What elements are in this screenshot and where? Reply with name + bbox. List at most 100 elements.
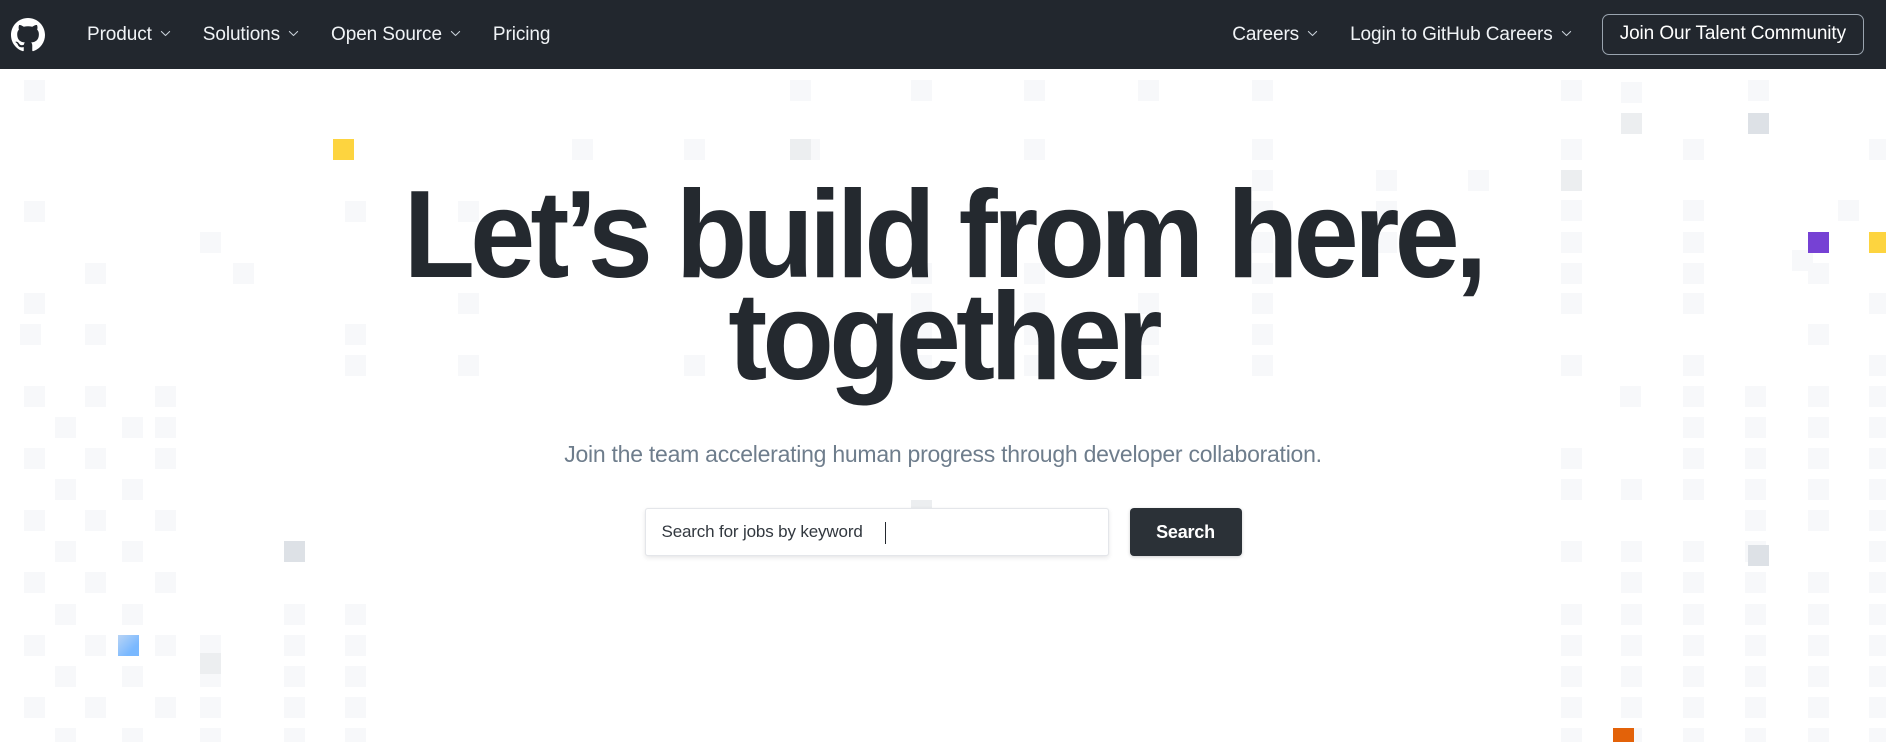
decor-square [1745, 417, 1766, 438]
decor-square [122, 728, 143, 742]
decor-square [155, 697, 176, 718]
site-header: Product Solutions Open Source Pricing Ca… [0, 0, 1886, 69]
decor-square [122, 417, 143, 438]
decor-square [1808, 448, 1829, 469]
nav-item-pricing[interactable]: Pricing [477, 17, 566, 52]
decor-square [1561, 479, 1582, 500]
decor-square [24, 293, 45, 314]
job-search-form: Search [644, 508, 1242, 557]
decor-square [200, 666, 221, 687]
hero-subtitle: Join the team accelerating human progres… [564, 441, 1322, 468]
primary-navigation: Product Solutions Open Source Pricing [71, 17, 566, 52]
join-talent-community-button[interactable]: Join Our Talent Community [1601, 14, 1864, 55]
chevron-down-icon [1561, 28, 1572, 39]
decor-square [1683, 355, 1704, 376]
decor-square [1808, 728, 1829, 742]
decor-square [1561, 697, 1582, 718]
decor-square [85, 448, 106, 469]
decor-square [1561, 448, 1582, 469]
secondary-navigation: Careers Login to GitHub Careers Join Our… [1216, 14, 1864, 55]
nav-item-label: Pricing [492, 24, 551, 45]
decor-square [200, 728, 221, 742]
nav-item-login-to-github-careers[interactable]: Login to GitHub Careers [1334, 17, 1588, 52]
decor-square [1683, 541, 1704, 562]
decor-square [1869, 386, 1886, 407]
page-root: Product Solutions Open Source Pricing Ca… [0, 0, 1886, 742]
decor-square [1808, 697, 1829, 718]
github-logo-link[interactable] [10, 17, 46, 53]
hero-section: Let’s build from here, together Join the… [0, 69, 1886, 742]
blue-square-left [118, 635, 139, 656]
decor-square [1869, 572, 1886, 593]
decor-square [1808, 635, 1829, 656]
decor-square [1745, 697, 1766, 718]
decor-square [1748, 80, 1769, 101]
decor-square [1683, 200, 1704, 221]
decor-square [122, 666, 143, 687]
decor-square [155, 510, 176, 531]
decor-square [20, 324, 41, 345]
decor-square [1561, 232, 1582, 253]
nav-item-product[interactable]: Product [71, 17, 187, 52]
decor-square [1683, 139, 1704, 160]
decor-square [1869, 604, 1886, 625]
decor-square [1683, 386, 1704, 407]
decor-square [1808, 510, 1829, 531]
decor-square [1808, 417, 1829, 438]
decor-square [1561, 170, 1582, 191]
decor-square [1869, 448, 1886, 469]
decor-square [1808, 263, 1829, 284]
decor-square [200, 635, 221, 656]
decor-square [790, 139, 811, 160]
decor-square [1745, 572, 1766, 593]
search-input[interactable] [645, 509, 1108, 556]
decor-square [1683, 417, 1704, 438]
nav-item-label: Solutions [202, 24, 281, 45]
decor-square [85, 572, 106, 593]
decor-square [55, 666, 76, 687]
nav-item-label: Product [87, 24, 152, 45]
decor-square [1621, 604, 1642, 625]
decor-square [1745, 448, 1766, 469]
decor-square [155, 417, 176, 438]
decor-square [1838, 200, 1859, 221]
decor-square [284, 604, 305, 625]
decor-square [1869, 697, 1886, 718]
orange-square-bottom [1613, 728, 1634, 742]
decor-square [1745, 635, 1766, 656]
chevron-down-icon [1307, 28, 1318, 39]
decor-square [1621, 728, 1642, 742]
decor-square [1561, 293, 1582, 314]
decor-square [122, 479, 143, 500]
text-cursor [884, 522, 886, 545]
decor-square [345, 604, 366, 625]
decor-square [1621, 479, 1642, 500]
decor-square [1869, 666, 1886, 687]
page-title: Let’s build from here, together [352, 173, 1533, 398]
search-button[interactable]: Search [1129, 508, 1242, 557]
decor-square [85, 324, 106, 345]
decor-square [24, 510, 45, 531]
decor-square [284, 541, 305, 562]
nav-item-label: Login to GitHub Careers [1350, 24, 1553, 45]
decor-square [345, 666, 366, 687]
decor-square [155, 635, 176, 656]
decor-square [1138, 80, 1159, 101]
decor-square [1024, 139, 1045, 160]
decor-square [24, 635, 45, 656]
github-octocat-icon [11, 17, 45, 52]
decor-square [1683, 479, 1704, 500]
nav-item-open-source[interactable]: Open Source [315, 17, 477, 52]
decor-square [85, 697, 106, 718]
nav-item-solutions[interactable]: Solutions [187, 17, 315, 52]
decor-square [1808, 572, 1829, 593]
search-input-wrapper[interactable] [644, 508, 1109, 557]
decor-square [24, 572, 45, 593]
decor-square [1745, 510, 1766, 531]
decor-square [1683, 448, 1704, 469]
chevron-down-icon [288, 28, 299, 39]
yellow-square-top-left [333, 139, 354, 160]
nav-item-careers[interactable]: Careers [1216, 17, 1334, 52]
decor-square [1620, 386, 1641, 407]
decor-square [122, 604, 143, 625]
